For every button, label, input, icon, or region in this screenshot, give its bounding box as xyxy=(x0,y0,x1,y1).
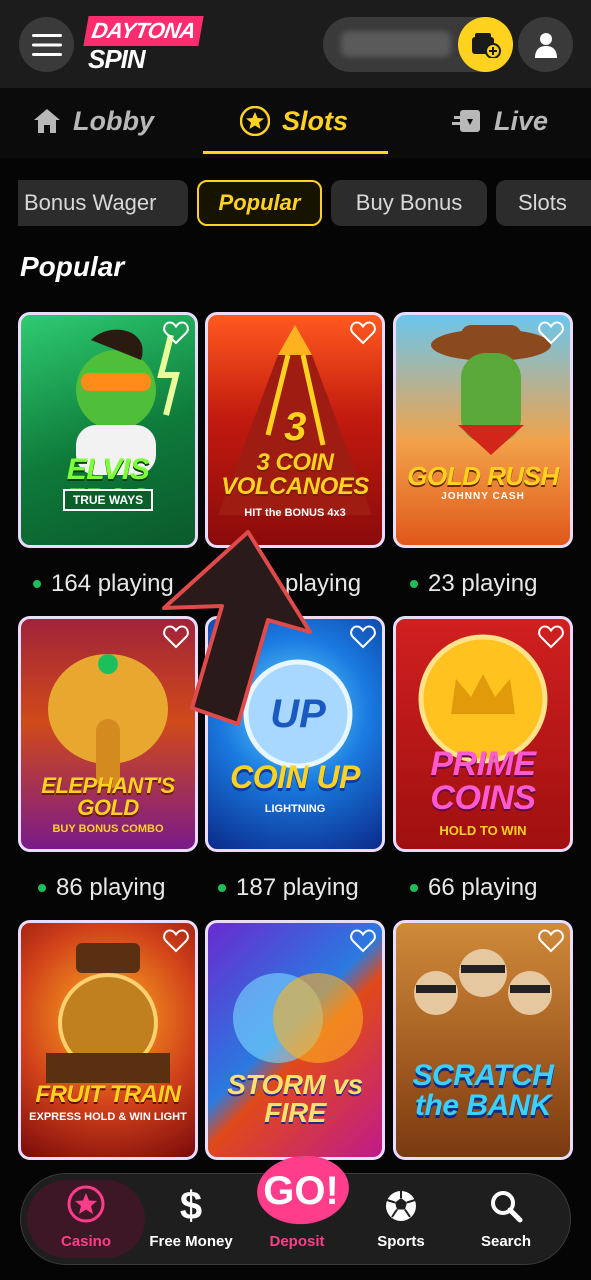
chip-buy-bonus[interactable]: Buy Bonus xyxy=(331,180,487,226)
cactus-art-icon xyxy=(431,325,551,455)
players-count-text: 66 playing xyxy=(428,874,538,901)
players-count: 86 playing xyxy=(38,874,165,902)
go-badge-icon[interactable]: GO! xyxy=(253,1148,353,1226)
logo-bottom-text: SPIN xyxy=(88,44,146,74)
game-subtitle: LIGHTNING xyxy=(264,803,326,815)
favorite-heart-icon[interactable] xyxy=(538,929,564,953)
deposit-wallet-button[interactable] xyxy=(458,17,513,72)
game-subtitle: TRUE WAYS xyxy=(62,489,154,511)
user-icon xyxy=(534,32,557,58)
game-title: GOLD RUSH xyxy=(407,461,559,491)
live-dot xyxy=(410,580,418,588)
nav-free-money-label: Free Money xyxy=(149,1233,233,1250)
players-count: 23 playing xyxy=(410,570,537,598)
nav-deposit-label: Deposit xyxy=(269,1233,325,1250)
tab-live[interactable]: Live xyxy=(452,88,548,154)
favorite-heart-icon[interactable] xyxy=(350,929,376,953)
favorite-heart-icon[interactable] xyxy=(350,321,376,345)
game-title: FRUIT TRAIN xyxy=(35,1081,181,1108)
game-title: COIN UP xyxy=(230,759,360,795)
tab-slots-label: Slots xyxy=(282,105,349,136)
game-title: 3 COIN VOLCANOES xyxy=(221,449,369,500)
active-tab-indicator xyxy=(203,151,388,154)
game-subtitle: HIT the BONUS 4x3 xyxy=(244,507,346,519)
players-count-text: 23 playing xyxy=(428,570,538,597)
game-tile-elvis-frog[interactable]: ELVIS FROG TRUE WAYS xyxy=(18,312,198,548)
logo-top-text: DAYTONA xyxy=(83,16,204,46)
tab-slots[interactable]: Slots xyxy=(240,88,348,154)
game-subtitle: HOLD TO WIN xyxy=(439,823,527,838)
tab-lobby-label: Lobby xyxy=(73,105,154,136)
nav-casino[interactable]: Casino xyxy=(31,1174,141,1264)
profile-button[interactable] xyxy=(518,17,573,72)
game-subtitle: BUY BONUS COMBO xyxy=(52,823,164,835)
star-circle-icon xyxy=(67,1185,105,1223)
pointer-arrow-overlay xyxy=(162,530,312,726)
chip-bonus-wager[interactable]: Bonus Wager xyxy=(18,180,188,226)
menu-button[interactable] xyxy=(19,17,74,72)
nav-search-label: Search xyxy=(480,1233,532,1250)
brand-logo[interactable]: DAYTONA SPIN xyxy=(83,16,204,74)
chip-popular[interactable]: Popular xyxy=(197,180,322,226)
game-subtitle: JOHNNY CASH xyxy=(441,491,525,502)
game-title: PRIME COINS xyxy=(430,745,536,817)
favorite-heart-icon[interactable] xyxy=(538,625,564,649)
nav-free-money[interactable]: $ Free Money xyxy=(136,1174,246,1264)
soccer-ball-icon xyxy=(386,1191,416,1221)
svg-text:$: $ xyxy=(180,1185,202,1225)
main-tabs: Lobby Slots Live xyxy=(0,88,591,158)
nav-search[interactable]: Search xyxy=(451,1174,561,1264)
game-tile-3-coin-volcanoes[interactable]: 3 3 COIN VOLCANOES HIT the BONUS 4x3 xyxy=(205,312,385,548)
dollar-icon: $ xyxy=(180,1185,202,1225)
game-title: SCRATCH the BANK xyxy=(412,1059,554,1122)
game-tile-prime-coins[interactable]: PRIME COINS HOLD TO WIN xyxy=(393,616,573,852)
wallet-add-icon xyxy=(471,32,501,58)
balance-value-blurred xyxy=(341,31,451,57)
game-tile-scratch-the-bank[interactable]: SCRATCH the BANK xyxy=(393,920,573,1160)
favorite-heart-icon[interactable] xyxy=(163,929,189,953)
nav-casino-label: Casino xyxy=(60,1233,111,1250)
filter-chips: Bonus Wager Popular Buy Bonus Slots xyxy=(18,180,591,228)
top-header: DAYTONA SPIN xyxy=(0,0,591,88)
chip-slots[interactable]: Slots xyxy=(496,180,591,226)
players-count: 187 playing xyxy=(218,874,359,902)
game-tile-gold-rush[interactable]: GOLD RUSH JOHNNY CASH xyxy=(393,312,573,548)
live-dot xyxy=(218,884,226,892)
live-dot xyxy=(33,580,41,588)
tab-live-label: Live xyxy=(494,105,549,136)
live-dot xyxy=(38,884,46,892)
favorite-heart-icon[interactable] xyxy=(163,321,189,345)
game-title: STORM vs FIRE xyxy=(227,1069,363,1128)
players-count-text: 187 playing xyxy=(236,874,359,901)
game-tile-fruit-train[interactable]: FRUIT TRAIN EXPRESS HOLD & WIN LIGHT xyxy=(18,920,198,1160)
nav-sports-label: Sports xyxy=(377,1233,425,1250)
favorite-heart-icon[interactable] xyxy=(538,321,564,345)
home-icon xyxy=(34,109,60,133)
live-dot xyxy=(410,884,418,892)
players-count: 66 playing xyxy=(410,874,537,902)
search-icon xyxy=(491,1191,523,1223)
game-subtitle: EXPRESS HOLD & WIN LIGHT xyxy=(29,1111,187,1123)
favorite-heart-icon[interactable] xyxy=(350,625,376,649)
game-title: ELEPHANT'S GOLD xyxy=(41,773,175,820)
tab-lobby[interactable]: Lobby xyxy=(33,88,154,154)
menu-icon xyxy=(31,33,62,56)
nav-sports[interactable]: Sports xyxy=(346,1174,456,1264)
live-cards-icon xyxy=(452,110,480,132)
star-icon xyxy=(240,106,270,136)
section-title: Popular xyxy=(20,251,125,282)
go-badge-text: GO! xyxy=(263,1169,339,1213)
game-tile-storm-vs-fire[interactable]: STORM vs FIRE xyxy=(205,920,385,1160)
players-count-text: 86 playing xyxy=(56,874,166,901)
